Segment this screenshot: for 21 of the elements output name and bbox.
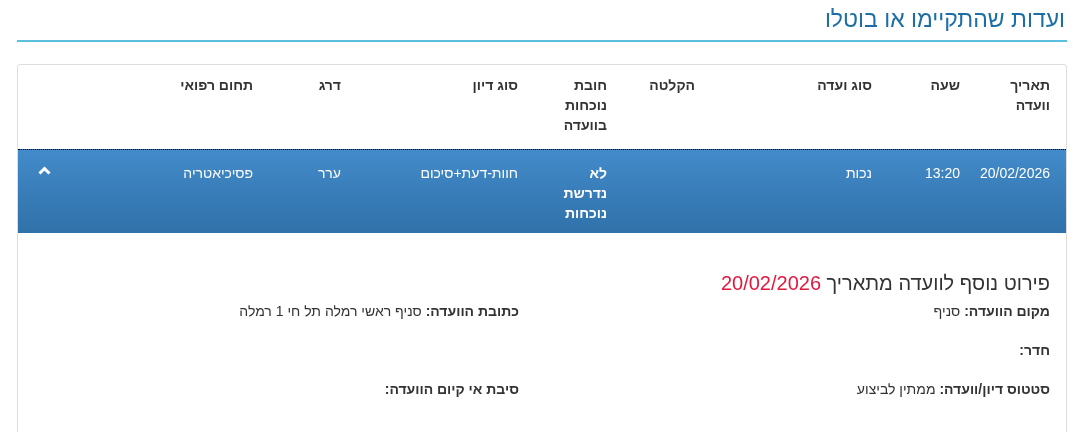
column-header: דרג bbox=[317, 76, 341, 95]
column-header: תאריך וועדה bbox=[1009, 76, 1050, 115]
table-cell-text: פסיכיאטריה bbox=[182, 164, 253, 183]
detail-field: חדר: bbox=[1019, 340, 1050, 360]
detail-field: סטטוס דיון/וועדה: ממתין לביצוע bbox=[856, 379, 1050, 399]
column-header: שעה bbox=[929, 76, 960, 95]
page-title: ועדות שהתקיימו או בוטלו bbox=[823, 6, 1066, 32]
detail-field: כתובת הוועדה: סניף ראשי רמלה תל חי 1 רמלה bbox=[239, 301, 519, 321]
table-cell-text: חוות-דעת+סיכום bbox=[419, 164, 518, 183]
column-header: תחום רפואי bbox=[179, 76, 253, 95]
detail-field: סיבת אי קיום הוועדה: bbox=[384, 379, 519, 399]
table-cell-text: 13:20 bbox=[923, 164, 960, 183]
column-header: סוג דיון bbox=[471, 76, 518, 95]
chevron-up-icon[interactable] bbox=[38, 166, 51, 175]
table-cell-text: נכות bbox=[844, 164, 872, 183]
column-header: הקלטה bbox=[648, 76, 695, 95]
column-header: סוג ועדה bbox=[816, 76, 872, 95]
detail-field: מקום הוועדה: סניף bbox=[933, 301, 1050, 321]
table-cell-text: לא נדרשת נוכחות bbox=[562, 164, 607, 223]
table-cell-text: ערר bbox=[316, 164, 341, 183]
column-header: חובת נוכחות בוועדה bbox=[562, 76, 607, 135]
